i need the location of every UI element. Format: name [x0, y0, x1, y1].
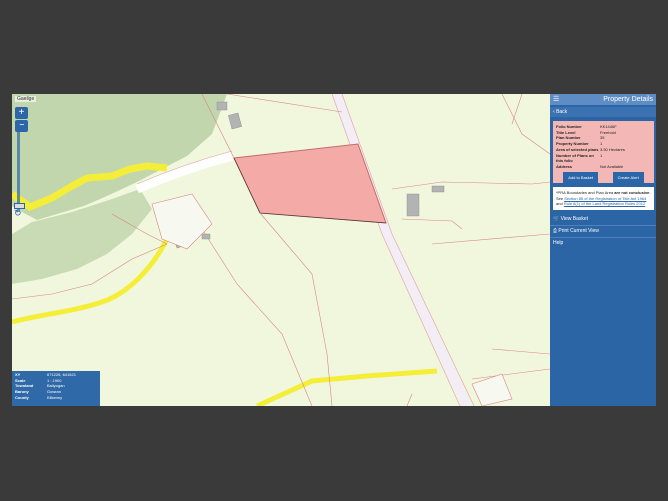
panel-title: Property Details: [603, 96, 653, 103]
add-to-basket-button[interactable]: Add to Basket: [563, 171, 599, 183]
property-label: Area of selected plans: [556, 146, 599, 152]
info-label: County: [15, 394, 29, 400]
map-graphics: [12, 94, 550, 406]
back-button[interactable]: ‹ Back: [550, 107, 656, 117]
basket-icon: 🛒: [553, 215, 560, 222]
nav-label: Help: [553, 239, 564, 246]
app-window: Gaeilge + − ↻ XY 671226, 641621 Scale 1 : …: [12, 94, 656, 406]
back-label: Back: [556, 109, 568, 115]
print-icon: ⎙: [553, 227, 558, 234]
map-canvas[interactable]: Gaeilge + − ↻ XY 671226, 641621 Scale 1 : …: [12, 94, 550, 406]
location-info-box: XY 671226, 641621 Scale 1 : 1900 Townland B…: [12, 371, 100, 406]
create-alert-button[interactable]: Create Alert: [612, 171, 644, 183]
rule-8-link[interactable]: Rule 8(1) of the Land Registration Rules…: [564, 201, 645, 206]
language-link[interactable]: Gaeilge: [15, 96, 37, 102]
nav-label: View Basket: [560, 215, 589, 222]
boundary-notice: *PRA Boundaries and Plan Area are not co…: [553, 187, 654, 210]
property-details-card: Folio Number KK1446F Title Level Freehold …: [553, 121, 654, 183]
notice-text: *PRA Boundaries and Plan Area: [556, 190, 614, 195]
property-actions: Add to Basket Create Alert: [556, 171, 651, 183]
property-value: 1: [600, 152, 603, 158]
zoom-in-button[interactable]: +: [15, 107, 28, 119]
notice-text: and: [556, 201, 563, 206]
property-label: Address: [556, 163, 573, 169]
help-link[interactable]: Help: [550, 236, 656, 249]
main-road: [332, 94, 472, 406]
chevron-left-icon: ‹: [553, 109, 555, 115]
view-basket-link[interactable]: 🛒 View Basket: [550, 214, 656, 225]
panel-header: ☰ Property Details: [550, 94, 656, 105]
yellow-road-3: [255, 368, 438, 406]
property-label: Number of Plans on this folio: [556, 152, 594, 164]
property-value: Not Available: [600, 163, 624, 169]
refresh-icon[interactable]: ↻: [14, 208, 22, 219]
info-value: 671226, 641621: [47, 372, 76, 377]
nav-label: Print Current View: [558, 227, 599, 234]
section-85-link[interactable]: Section 85 of the Registration of Title …: [564, 196, 646, 201]
zoom-slider-track[interactable]: [17, 124, 20, 212]
notice-bold: are not conclusive: [614, 190, 650, 195]
print-view-link[interactable]: ⎙ Print Current View: [550, 224, 656, 237]
hamburger-menu-icon[interactable]: ☰: [553, 94, 559, 105]
panel-nav: 🛒 View Basket ⎙ Print Current View Help: [550, 214, 656, 249]
info-value: Kilkenny: [47, 394, 63, 400]
property-details-panel: ☰ Property Details ‹ Back Folio Number KK…: [550, 94, 656, 406]
